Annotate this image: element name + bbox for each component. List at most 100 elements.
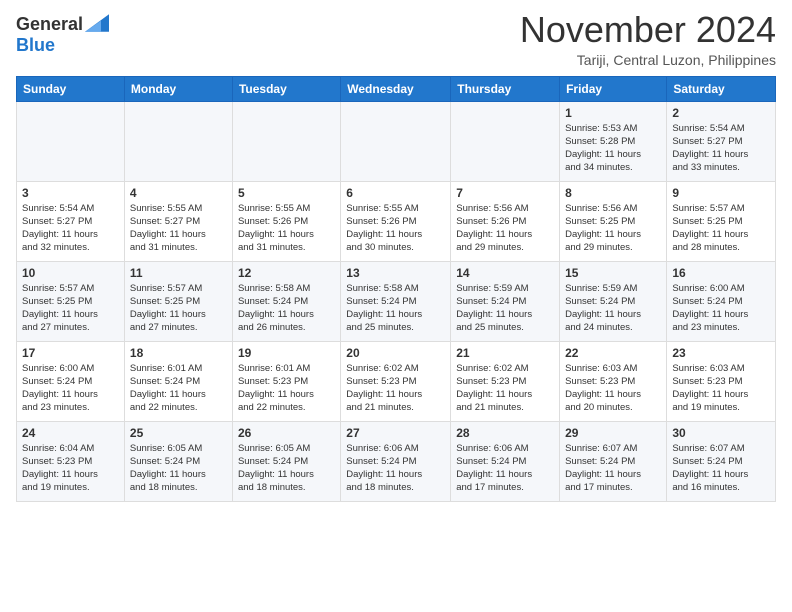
day-number: 29 (565, 426, 661, 440)
day-number: 1 (565, 106, 661, 120)
calendar-cell: 24 Sunrise: 6:04 AM Sunset: 5:23 PM Dayli… (17, 421, 125, 501)
day-number: 20 (346, 346, 445, 360)
day-number: 15 (565, 266, 661, 280)
calendar-cell: 10 Sunrise: 5:57 AM Sunset: 5:25 PM Dayli… (17, 261, 125, 341)
calendar-cell: 20 Sunrise: 6:02 AM Sunset: 5:23 PM Dayli… (341, 341, 451, 421)
day-number: 30 (672, 426, 770, 440)
calendar-table: SundayMondayTuesdayWednesdayThursdayFrid… (16, 76, 776, 502)
calendar-cell: 5 Sunrise: 5:55 AM Sunset: 5:26 PM Daylig… (232, 181, 340, 261)
calendar-cell: 30 Sunrise: 6:07 AM Sunset: 5:24 PM Dayli… (667, 421, 776, 501)
calendar-week-row: 17 Sunrise: 6:00 AM Sunset: 5:24 PM Dayli… (17, 341, 776, 421)
day-number: 21 (456, 346, 554, 360)
calendar-cell: 22 Sunrise: 6:03 AM Sunset: 5:23 PM Dayli… (560, 341, 667, 421)
day-info: Sunrise: 6:00 AM Sunset: 5:24 PM Dayligh… (672, 282, 770, 335)
day-info: Sunrise: 5:57 AM Sunset: 5:25 PM Dayligh… (22, 282, 119, 335)
calendar-cell (451, 101, 560, 181)
day-info: Sunrise: 5:57 AM Sunset: 5:25 PM Dayligh… (672, 202, 770, 255)
day-info: Sunrise: 6:03 AM Sunset: 5:23 PM Dayligh… (672, 362, 770, 415)
day-info: Sunrise: 5:54 AM Sunset: 5:27 PM Dayligh… (22, 202, 119, 255)
day-number: 28 (456, 426, 554, 440)
day-number: 13 (346, 266, 445, 280)
day-info: Sunrise: 6:06 AM Sunset: 5:24 PM Dayligh… (346, 442, 445, 495)
day-number: 7 (456, 186, 554, 200)
day-number: 27 (346, 426, 445, 440)
calendar-cell: 6Sunrise: 5:55 AM Sunset: 5:26 PM Daylig… (341, 181, 451, 261)
day-number: 26 (238, 426, 335, 440)
day-info: Sunrise: 6:07 AM Sunset: 5:24 PM Dayligh… (672, 442, 770, 495)
calendar-header-row: SundayMondayTuesdayWednesdayThursdayFrid… (17, 76, 776, 101)
calendar-cell (232, 101, 340, 181)
weekday-header: Friday (560, 76, 667, 101)
day-number: 2 (672, 106, 770, 120)
logo: General Blue (16, 10, 109, 56)
day-info: Sunrise: 6:05 AM Sunset: 5:24 PM Dayligh… (238, 442, 335, 495)
logo-general: General (16, 14, 83, 35)
day-info: Sunrise: 6:05 AM Sunset: 5:24 PM Dayligh… (130, 442, 227, 495)
calendar-cell: 4 Sunrise: 5:55 AM Sunset: 5:27 PM Daylig… (124, 181, 232, 261)
calendar-cell: 18Sunrise: 6:01 AM Sunset: 5:24 PM Dayli… (124, 341, 232, 421)
day-info: Sunrise: 5:58 AM Sunset: 5:24 PM Dayligh… (238, 282, 335, 335)
page: General Blue November 2024 Tariji, Centr… (0, 0, 792, 518)
day-number: 8 (565, 186, 661, 200)
day-number: 12 (238, 266, 335, 280)
day-info: Sunrise: 5:55 AM Sunset: 5:26 PM Dayligh… (238, 202, 335, 255)
calendar-cell: 17 Sunrise: 6:00 AM Sunset: 5:24 PM Dayli… (17, 341, 125, 421)
calendar-cell: 15 Sunrise: 5:59 AM Sunset: 5:24 PM Dayli… (560, 261, 667, 341)
day-info: Sunrise: 5:55 AM Sunset: 5:27 PM Dayligh… (130, 202, 227, 255)
day-info: Sunrise: 6:07 AM Sunset: 5:24 PM Dayligh… (565, 442, 661, 495)
calendar-cell: 23 Sunrise: 6:03 AM Sunset: 5:23 PM Dayli… (667, 341, 776, 421)
day-number: 22 (565, 346, 661, 360)
day-number: 24 (22, 426, 119, 440)
calendar-cell: 3 Sunrise: 5:54 AM Sunset: 5:27 PM Daylig… (17, 181, 125, 261)
day-info: Sunrise: 6:06 AM Sunset: 5:24 PM Dayligh… (456, 442, 554, 495)
weekday-header: Sunday (17, 76, 125, 101)
day-info: Sunrise: 6:04 AM Sunset: 5:23 PM Dayligh… (22, 442, 119, 495)
day-info: Sunrise: 6:01 AM Sunset: 5:24 PM Dayligh… (130, 362, 227, 415)
day-info: Sunrise: 6:03 AM Sunset: 5:23 PM Dayligh… (565, 362, 661, 415)
day-number: 16 (672, 266, 770, 280)
calendar-cell: 8 Sunrise: 5:56 AM Sunset: 5:25 PM Daylig… (560, 181, 667, 261)
month-title: November 2024 (520, 10, 776, 50)
day-info: Sunrise: 6:02 AM Sunset: 5:23 PM Dayligh… (346, 362, 445, 415)
calendar-cell: 29 Sunrise: 6:07 AM Sunset: 5:24 PM Dayli… (560, 421, 667, 501)
calendar-cell: 11Sunrise: 5:57 AM Sunset: 5:25 PM Dayli… (124, 261, 232, 341)
day-number: 10 (22, 266, 119, 280)
day-number: 23 (672, 346, 770, 360)
weekday-header: Saturday (667, 76, 776, 101)
calendar-cell (341, 101, 451, 181)
day-number: 4 (130, 186, 227, 200)
day-info: Sunrise: 6:00 AM Sunset: 5:24 PM Dayligh… (22, 362, 119, 415)
calendar-week-row: 3 Sunrise: 5:54 AM Sunset: 5:27 PM Daylig… (17, 181, 776, 261)
day-number: 6 (346, 186, 445, 200)
day-number: 3 (22, 186, 119, 200)
calendar-cell: 12 Sunrise: 5:58 AM Sunset: 5:24 PM Dayli… (232, 261, 340, 341)
day-number: 19 (238, 346, 335, 360)
calendar-cell: 14Sunrise: 5:59 AM Sunset: 5:24 PM Dayli… (451, 261, 560, 341)
calendar-cell: 21Sunrise: 6:02 AM Sunset: 5:23 PM Dayli… (451, 341, 560, 421)
calendar-cell: 16 Sunrise: 6:00 AM Sunset: 5:24 PM Dayli… (667, 261, 776, 341)
day-number: 5 (238, 186, 335, 200)
calendar-cell: 28 Sunrise: 6:06 AM Sunset: 5:24 PM Dayli… (451, 421, 560, 501)
day-info: Sunrise: 5:54 AM Sunset: 5:27 PM Dayligh… (672, 122, 770, 175)
day-info: Sunrise: 5:56 AM Sunset: 5:26 PM Dayligh… (456, 202, 554, 255)
header-right: November 2024 Tariji, Central Luzon, Phi… (520, 10, 776, 68)
day-info: Sunrise: 5:58 AM Sunset: 5:24 PM Dayligh… (346, 282, 445, 335)
calendar-cell: 7 Sunrise: 5:56 AM Sunset: 5:26 PM Daylig… (451, 181, 560, 261)
calendar-cell: 1Sunrise: 5:53 AM Sunset: 5:28 PM Daylig… (560, 101, 667, 181)
day-number: 9 (672, 186, 770, 200)
calendar-cell: 26 Sunrise: 6:05 AM Sunset: 5:24 PM Dayli… (232, 421, 340, 501)
header: General Blue November 2024 Tariji, Centr… (16, 10, 776, 68)
logo-text: General (16, 14, 109, 35)
day-number: 11 (130, 266, 227, 280)
day-info: Sunrise: 5:56 AM Sunset: 5:25 PM Dayligh… (565, 202, 661, 255)
calendar-cell: 13 Sunrise: 5:58 AM Sunset: 5:24 PM Dayli… (341, 261, 451, 341)
calendar-cell (17, 101, 125, 181)
day-number: 17 (22, 346, 119, 360)
calendar-week-row: 10 Sunrise: 5:57 AM Sunset: 5:25 PM Dayli… (17, 261, 776, 341)
logo-icon (85, 14, 109, 32)
day-number: 25 (130, 426, 227, 440)
calendar-cell: 2 Sunrise: 5:54 AM Sunset: 5:27 PM Daylig… (667, 101, 776, 181)
weekday-header: Thursday (451, 76, 560, 101)
day-info: Sunrise: 5:59 AM Sunset: 5:24 PM Dayligh… (565, 282, 661, 335)
day-number: 14 (456, 266, 554, 280)
